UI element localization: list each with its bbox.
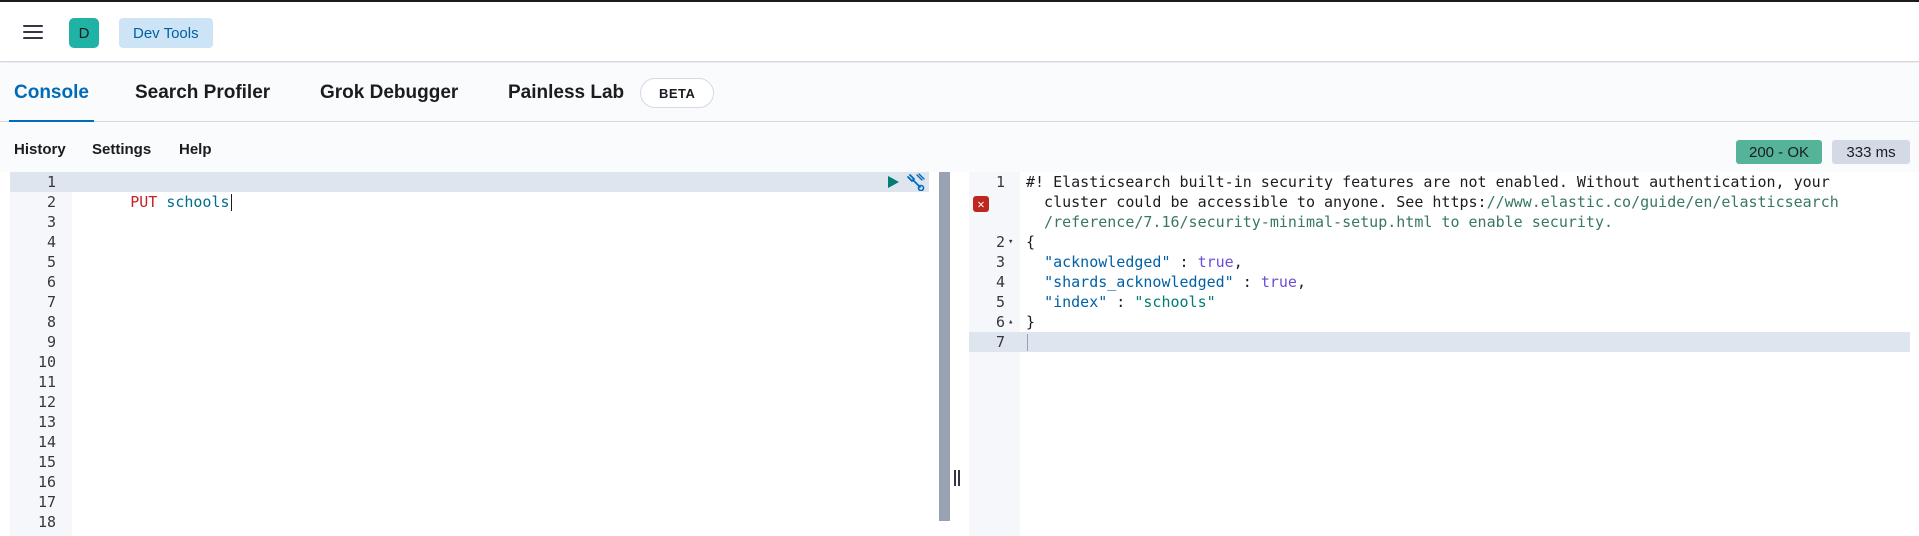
line-number: 15 [37,453,56,471]
request-url: schools [166,193,230,211]
line-number: 18 [37,513,56,531]
space-avatar[interactable]: D [69,18,99,48]
line-number: 2 [46,193,56,211]
request-method: PUT [130,193,158,211]
line-number: 4 [46,233,56,251]
line-number: 3 [995,253,1005,271]
response-editor[interactable]: 1 2 3 4 5 6 7 ▾ ▴ ✕ #! Elasticsearch built-in … [969,172,1910,536]
line-number: 17 [37,493,56,511]
line-number: 1 [995,173,1005,191]
line-number: 7 [995,333,1005,351]
hamburger-menu-icon[interactable] [20,19,48,47]
status-code-badge: 200 - OK [1736,140,1822,164]
line-number: 13 [37,413,56,431]
tab-console[interactable]: Console [9,63,94,123]
help-link[interactable]: Help [179,141,212,158]
json-close-brace: } [1026,313,1036,331]
line-number: 12 [37,393,56,411]
line-number: 1 [46,173,56,191]
warning-line-3: /reference/7.16/security-minimal-setup.h… [1026,213,1613,231]
response-cursor-line [1026,332,1028,352]
line-number: 3 [46,213,56,231]
history-link[interactable]: History [14,141,66,158]
line-number: 8 [46,313,56,331]
json-line-acknowledged: "acknowledged" : true, [1044,253,1243,271]
wrench-icon[interactable] [906,173,926,191]
warning-line-1: #! Elasticsearch built-in security featu… [1026,173,1830,191]
json-line-index: "index" : "schools" [1044,293,1216,311]
line-number: 5 [46,253,56,271]
play-icon[interactable] [886,175,900,189]
line-number: 11 [37,373,56,391]
json-line-shards: "shards_acknowledged" : true, [1044,273,1306,291]
editor-area: 1 2 3 4 5 6 7 8 9 10 11 12 13 14 15 16 17 18 PUT schools … [0,172,1919,536]
fold-toggle-icon[interactable]: ▾ [1008,232,1013,252]
request-scrollbar[interactable] [939,172,950,521]
error-icon[interactable]: ✕ [973,196,989,212]
line-number: 14 [37,433,56,451]
breadcrumb-dev-tools[interactable]: Dev Tools [119,18,213,48]
line-number: 7 [46,293,56,311]
line-number: 4 [995,273,1005,291]
tabs-bar: Console Search Profiler Grok Debugger Pa… [0,63,1919,123]
tab-painless-lab[interactable]: Painless Lab [508,63,624,122]
line-number: 6 [995,313,1005,331]
line-number: 6 [46,273,56,291]
text-cursor [230,194,232,211]
line-number: 9 [46,333,56,351]
request-editor[interactable]: 1 2 3 4 5 6 7 8 9 10 11 12 13 14 15 16 17 18 PUT schools [10,172,929,536]
settings-link[interactable]: Settings [92,141,151,158]
tab-grok-debugger[interactable]: Grok Debugger [320,63,458,122]
beta-badge: BETA [640,78,715,108]
json-open-brace: { [1026,233,1036,251]
tab-search-profiler[interactable]: Search Profiler [135,63,270,122]
warning-line-2: cluster could be accessible to anyone. S… [1026,193,1839,211]
request-line[interactable]: PUT schools [76,172,232,211]
line-number: 10 [37,353,56,371]
fold-toggle-icon[interactable]: ▴ [1008,312,1013,332]
request-time-badge: 333 ms [1832,140,1910,164]
response-active-line [969,332,1910,352]
line-number [969,212,1005,232]
app-header: D Dev Tools [0,2,1919,62]
console-menu: History Settings Help [0,122,1919,172]
line-number: 16 [37,473,56,491]
line-number: 2 [995,233,1005,251]
pane-resizer[interactable] [954,470,960,490]
line-number: 5 [995,293,1005,311]
